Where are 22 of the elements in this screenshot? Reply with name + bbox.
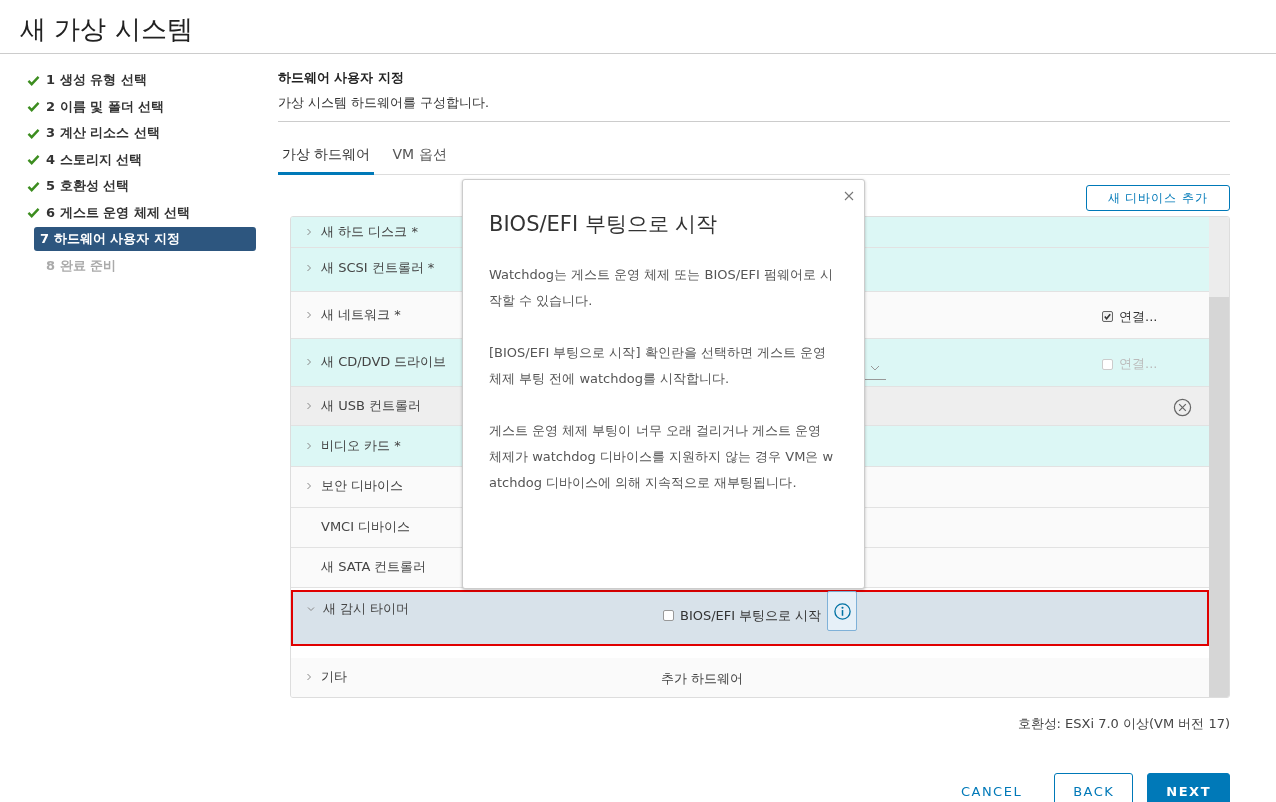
device-name: 새 SATA 컨트롤러 [321, 558, 427, 577]
page-heading: 하드웨어 사용자 지정 [278, 70, 405, 87]
help-text: Watchdog는 게스트 운영 체제 또는 BIOS/EFI 펌웨어로 시작할 수 있습니다. [489, 266, 834, 310]
page-subtitle: 가상 시스템 하드웨어를 구성합니다. [278, 95, 490, 112]
checkbox-label: 연결... [1119, 355, 1158, 374]
device-name: 새 CD/DVD 드라이브 [321, 353, 447, 372]
compatibility-text: 호환성: ESXi 7.0 이상(VM 버전 17) [1016, 715, 1230, 733]
device-summary: 추가 하드웨어 [661, 669, 744, 688]
device-name: 새 하드 디스크 * [321, 223, 418, 241]
device-name: 새 USB 컨트롤러 [321, 396, 421, 415]
window-title: 새 가상 시스템 [20, 13, 194, 46]
checkbox-label: BIOS/EFI 부팅으로 시작 [680, 606, 822, 625]
help-text: [BIOS/EFI 부팅으로 시작] 확인란을 선택하면 게스트 운영 체제 부팅 전에 watchdog를 시작합니다. [489, 344, 828, 388]
device-name: 비디오 카드 * [321, 436, 401, 455]
device-name: 보안 디바이스 [321, 477, 404, 496]
device-name: 새 감시 타이머 [323, 600, 410, 619]
checkbox-label: 연결... [1119, 307, 1158, 326]
device-name: 새 SCSI 컨트롤러 * [321, 258, 435, 277]
device-name: VMCI 디바이스 [321, 517, 411, 536]
device-name: 새 네트워크 * [321, 305, 401, 324]
device-name: 기타 [321, 667, 347, 686]
popover-title: BIOS/EFI 부팅으로 시작 [489, 211, 719, 238]
